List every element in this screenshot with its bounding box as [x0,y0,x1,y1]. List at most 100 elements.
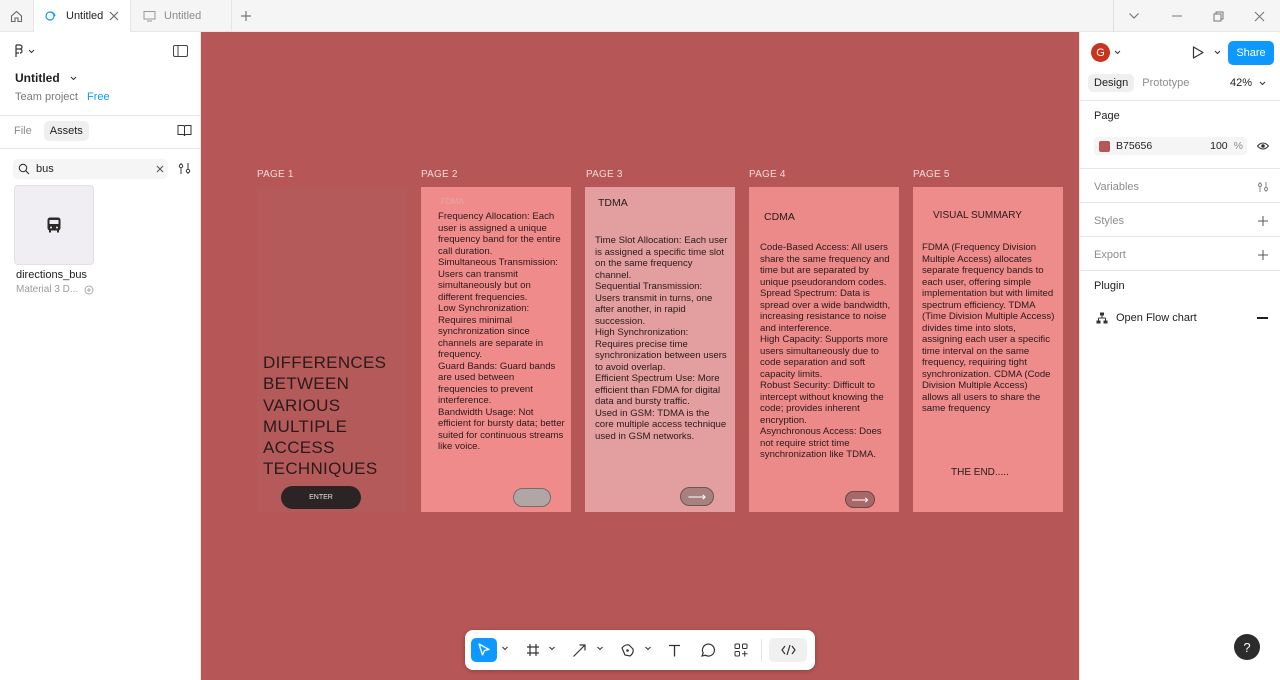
restore-icon [1213,11,1223,21]
frame-title[interactable]: DIFFERENCES BETWEEN VARIOUS MULTIPLE ACC… [263,352,403,480]
divider [1080,168,1280,169]
frame-page-3[interactable]: TDMA Time Slot Allocation: Each user is … [585,187,735,512]
share-button[interactable]: Share [1228,41,1274,65]
frame-label-page-2[interactable]: PAGE 2 [421,169,458,180]
frame-label-page-1[interactable]: PAGE 1 [257,169,294,180]
percent-sign: % [1233,140,1243,152]
color-swatch[interactable] [1099,140,1110,152]
sliders-icon[interactable] [1257,181,1269,193]
home-button[interactable] [0,0,33,32]
minimize-icon [1172,15,1182,17]
new-tab-button[interactable] [238,8,254,24]
left-panel: Untitled Team project Free File Assets b… [0,32,201,680]
pen-icon [620,643,634,657]
close-icon [1254,11,1264,21]
text-tool-button[interactable] [663,638,685,662]
clear-icon[interactable] [154,163,166,175]
plugin-item[interactable]: Open Flow chart [1096,312,1197,324]
frame-body-text[interactable]: FDMA (Frequency Division Multiple Access… [922,242,1056,415]
end-text[interactable]: THE END..... [951,467,1009,478]
close-window-button[interactable] [1239,0,1279,32]
main-menu-button[interactable] [14,44,35,58]
chevron-down-icon[interactable] [1114,50,1121,55]
asset-library: Material 3 D... [16,284,94,295]
frame-body-text[interactable]: Time Slot Allocation: Each user is assig… [595,235,729,442]
chevron-down-icon[interactable] [1214,50,1221,55]
chevron-down-icon[interactable] [549,646,555,651]
zoom-dropdown[interactable]: 42% [1230,77,1266,89]
sliders-icon [178,163,191,174]
team-label[interactable]: Team project [15,91,78,103]
toolbar-divider [761,639,762,661]
file-name[interactable]: Untitled [15,71,77,85]
divider [1080,202,1280,203]
chevron-down-icon[interactable] [645,646,651,651]
page-color-hex[interactable]: B75656 [1116,140,1210,152]
arrow-right-icon: ⟶ [851,492,869,507]
divider [1080,236,1280,237]
asset-thumbnail[interactable] [14,185,94,265]
plus-icon[interactable] [1257,215,1269,227]
frame-page-2[interactable]: FDMA Frequency Allocation: Each user is … [421,187,571,512]
canvas[interactable]: PAGE 1 PAGE 2 PAGE 3 PAGE 4 PAGE 5 DIFFE… [201,32,1079,680]
tab-prototype[interactable]: Prototype [1136,74,1195,92]
chevron-down-icon [70,76,77,80]
avatar[interactable]: G [1091,43,1110,62]
frame-page-5[interactable]: VISUAL SUMMARY FDMA (Frequency Division … [913,187,1063,512]
page-opacity[interactable]: 100 [1210,140,1228,152]
frame-heading[interactable]: VISUAL SUMMARY [933,210,1022,221]
tab-untitled-active[interactable]: Untitled [33,0,131,32]
page-background-field[interactable]: B75656 100 % [1094,137,1247,155]
minimize-button[interactable] [1157,0,1197,32]
move-tool-button[interactable] [471,638,497,662]
actions-tool-button[interactable] [730,638,752,662]
tab-label: Untitled [66,10,104,22]
pen-tool-button[interactable] [616,638,638,662]
frame-heading[interactable]: TDMA [598,197,628,209]
frame-tool-button[interactable] [522,638,544,662]
plan-badge[interactable]: Free [87,91,110,103]
frame-page-1[interactable]: DIFFERENCES BETWEEN VARIOUS MULTIPLE ACC… [257,187,407,512]
tab-assets[interactable]: Assets [43,121,89,141]
frame-heading[interactable]: CDMA [764,211,795,223]
frame-label-page-5[interactable]: PAGE 5 [913,169,950,180]
frame-label-page-3[interactable]: PAGE 3 [586,169,623,180]
comment-tool-button[interactable] [696,638,718,662]
zoom-value: 42% [1230,77,1253,89]
next-arrow-button[interactable]: ⟶ [845,491,875,508]
tab-untitled-inactive[interactable]: Untitled [132,0,232,32]
tab-file[interactable]: File [8,121,38,141]
close-icon[interactable] [108,10,120,22]
asset-search-input[interactable]: bus [13,159,168,179]
frame-label-page-4[interactable]: PAGE 4 [749,169,786,180]
filter-button[interactable] [178,162,191,175]
next-arrow-button[interactable]: ⟶ [680,487,714,506]
plus-icon [241,11,251,21]
frame-body-text[interactable]: Frequency Allocation: Each user is assig… [438,211,566,453]
sidebar-toggle-button[interactable] [173,45,189,59]
tab-design[interactable]: Design [1088,74,1135,92]
chevron-down-icon[interactable] [597,646,603,651]
project-info: Team project Free [15,91,110,103]
eye-icon[interactable] [1257,140,1269,152]
chevron-down-icon [28,49,35,53]
minus-icon[interactable] [1257,317,1268,319]
play-icon[interactable] [1192,46,1204,59]
enter-button[interactable]: ENTER [281,486,361,509]
tabs-dropdown-button[interactable] [1114,0,1154,32]
figma-logo-icon [15,44,23,57]
styles-section-title: Styles [1094,215,1124,227]
divider [1080,100,1280,101]
dev-mode-toggle[interactable] [769,638,807,662]
restore-button[interactable] [1198,0,1238,32]
arrow-line-icon [572,643,586,657]
chevron-down-icon[interactable] [502,646,508,651]
frame-body-text[interactable]: Code-Based Access: All users share the s… [760,242,894,461]
plus-icon[interactable] [1257,249,1269,261]
shape-tool-button[interactable] [568,638,590,662]
help-button[interactable]: ? [1234,634,1260,660]
ghost-heading: FDMA [441,197,464,206]
libraries-button[interactable] [177,124,192,137]
nav-button[interactable] [513,488,551,507]
frame-page-4[interactable]: CDMA Code-Based Access: All users share … [749,187,899,512]
